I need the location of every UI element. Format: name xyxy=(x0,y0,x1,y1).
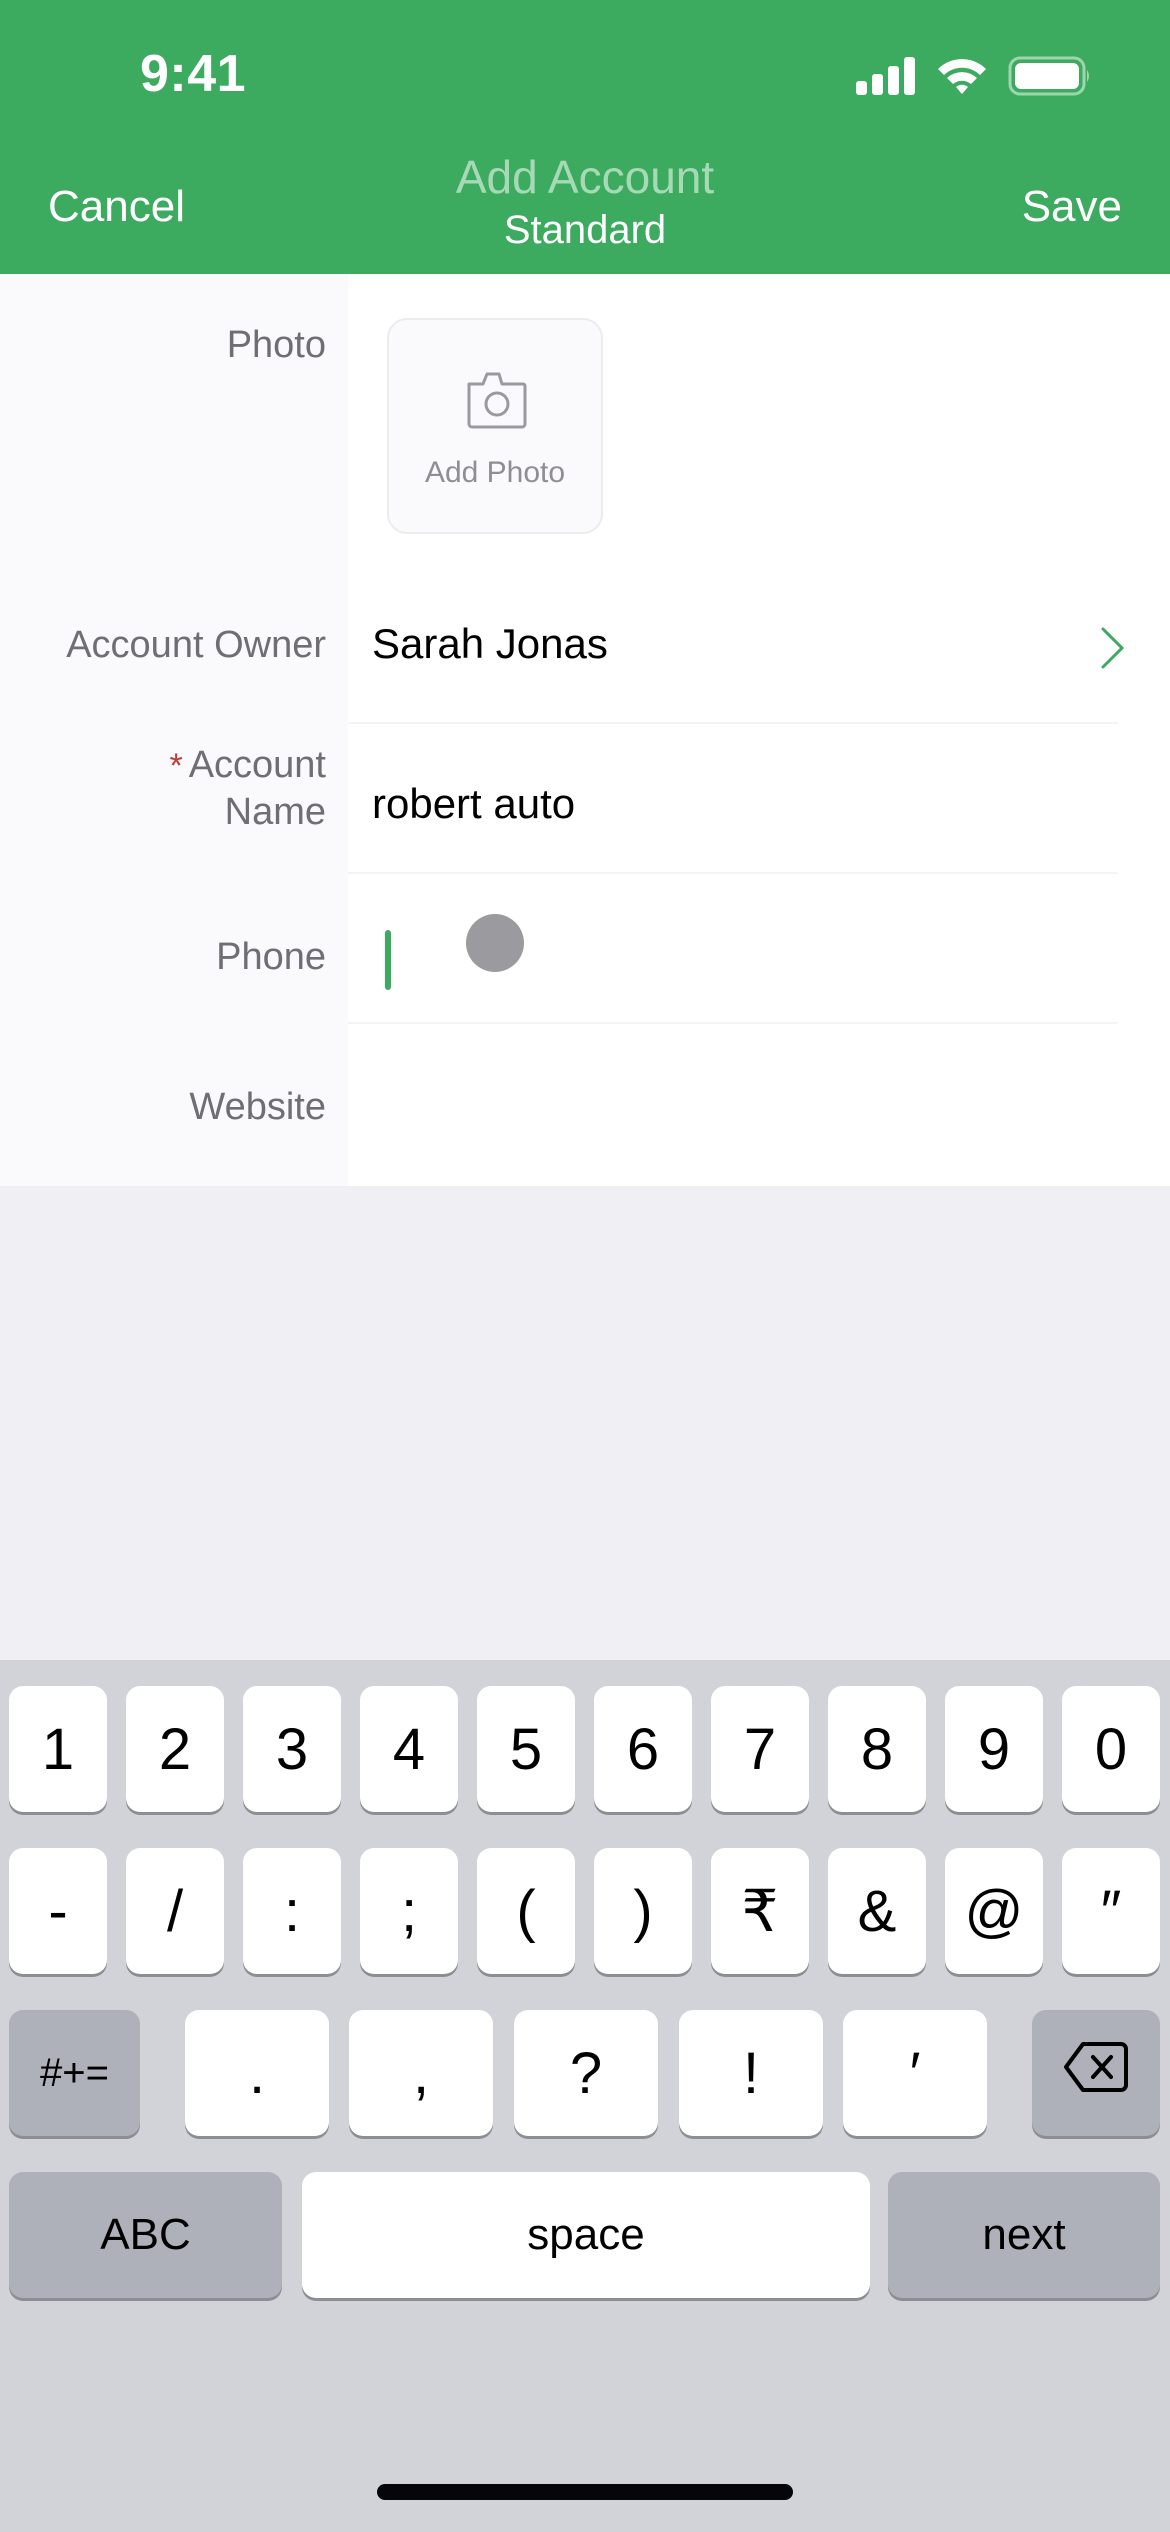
status-time: 9:41 xyxy=(140,45,247,103)
key-slash[interactable]: / xyxy=(126,1848,224,1974)
space-key[interactable]: space xyxy=(302,2172,870,2298)
wifi-icon xyxy=(936,57,988,100)
phone-label: Phone xyxy=(216,936,326,978)
text-cursor xyxy=(385,930,391,990)
key-9[interactable]: 9 xyxy=(945,1686,1043,1812)
nav-header: 9:41 Cancel Add Account Standard Save xyxy=(0,0,1170,274)
account-name-row: * Account Name robert auto xyxy=(0,724,1170,874)
account-name-label: * Account Name xyxy=(169,744,326,833)
touch-indicator xyxy=(466,914,524,972)
page-title: Add Account xyxy=(455,151,715,203)
key-exclamation[interactable]: ! xyxy=(679,2010,823,2136)
key-semicolon[interactable]: ; xyxy=(360,1848,458,1974)
key-rupee[interactable]: ₹ xyxy=(711,1848,809,1974)
add-account-screen: 9:4 1 Cancel Add Account Standard Save Ph… xyxy=(0,0,1170,2532)
key-0[interactable]: 0 xyxy=(1062,1686,1160,1812)
add-photo-button[interactable]: Add Photo xyxy=(387,318,603,534)
account-name-input[interactable]: robert auto xyxy=(372,780,575,828)
photo-row: Photo Add Photo xyxy=(0,274,1170,574)
key-period[interactable]: . xyxy=(185,2010,329,2136)
home-indicator[interactable] xyxy=(377,2484,793,2500)
cellular-signal-icon xyxy=(856,57,916,100)
website-row: Website xyxy=(0,1024,1170,1186)
chevron-right-icon[interactable] xyxy=(1100,626,1126,675)
delete-key[interactable] xyxy=(1032,2010,1160,2136)
key-at[interactable]: @ xyxy=(945,1848,1043,1974)
symbols-toggle-key[interactable]: #+= xyxy=(9,2010,140,2136)
account-owner-value[interactable]: Sarah Jonas xyxy=(372,620,608,668)
key-question[interactable]: ? xyxy=(514,2010,658,2136)
key-hyphen[interactable]: - xyxy=(9,1848,107,1974)
photo-label: Photo xyxy=(226,324,326,366)
next-key[interactable]: next xyxy=(888,2172,1160,2298)
abc-key[interactable]: ABC xyxy=(9,2172,282,2298)
add-photo-label: Add Photo xyxy=(424,456,566,489)
backspace-icon xyxy=(1063,2040,1129,2107)
account-owner-label: Account Owner xyxy=(66,624,326,666)
phone-row: Phone xyxy=(0,874,1170,1024)
required-marker: * xyxy=(169,747,183,785)
key-3[interactable]: 3 xyxy=(243,1686,341,1812)
account-owner-row[interactable]: Account Owner Sarah Jonas xyxy=(0,574,1170,724)
key-close-paren[interactable]: ) xyxy=(594,1848,692,1974)
camera-icon xyxy=(465,370,529,435)
key-6[interactable]: 6 xyxy=(594,1686,692,1812)
key-7[interactable]: 7 xyxy=(711,1686,809,1812)
key-4[interactable]: 4 xyxy=(360,1686,458,1812)
account-form: Photo Add Photo Account Owner Sarah Jona… xyxy=(0,274,1170,1186)
website-label: Website xyxy=(189,1086,326,1128)
key-2[interactable]: 2 xyxy=(126,1686,224,1812)
key-colon[interactable]: : xyxy=(243,1848,341,1974)
key-open-paren[interactable]: ( xyxy=(477,1848,575,1974)
key-quote[interactable]: ″ xyxy=(1062,1848,1160,1974)
key-1[interactable]: 1 xyxy=(9,1686,107,1812)
key-apostrophe[interactable]: ′ xyxy=(843,2010,987,2136)
key-ampersand[interactable]: & xyxy=(828,1848,926,1974)
status-icons xyxy=(856,56,1092,101)
key-8[interactable]: 8 xyxy=(828,1686,926,1812)
key-comma[interactable]: , xyxy=(349,2010,493,2136)
keyboard: 1 2 3 4 5 6 7 8 9 0 - / : ; ( ) ₹ & @ ″ … xyxy=(0,1660,1170,2532)
website-input[interactable] xyxy=(372,1080,1112,1140)
battery-icon xyxy=(1008,56,1092,101)
save-button[interactable]: Save xyxy=(1022,182,1122,232)
key-5[interactable]: 5 xyxy=(477,1686,575,1812)
record-type-subtitle: Standard xyxy=(503,208,667,252)
